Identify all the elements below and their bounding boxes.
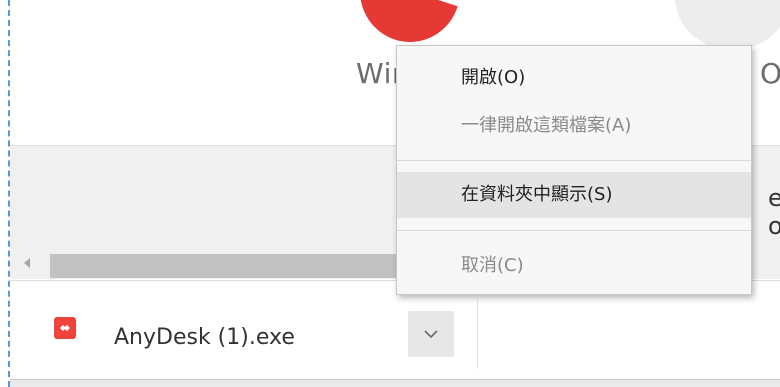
menu-item-cancel: 取消(C) <box>461 255 524 276</box>
chevron-down-icon <box>424 330 438 339</box>
menu-separator <box>397 230 751 231</box>
taskbar-edge <box>10 379 780 387</box>
menu-item-always-open: 一律開啟這類檔案(A) <box>461 115 632 136</box>
selection-border <box>8 0 10 387</box>
anydesk-icon <box>54 317 76 339</box>
red-logo-icon <box>360 0 460 42</box>
download-item[interactable]: AnyDesk (1).exe <box>50 309 458 363</box>
product-label-right: OS <box>760 57 780 90</box>
download-shelf: AnyDesk (1).exe <box>10 280 780 387</box>
grey-logo-icon <box>675 0 780 50</box>
menu-item-open[interactable]: 開啟(O) <box>397 55 751 101</box>
download-file-name[interactable]: AnyDesk (1).exe <box>114 325 295 350</box>
menu-separator <box>397 160 751 161</box>
download-context-menu: 開啟(O) 一律開啟這類檔案(A) 在資料夾中顯示(S) 取消(C) <box>396 45 752 295</box>
shelf-divider <box>477 299 478 369</box>
scroll-left-arrow-icon[interactable] <box>24 258 30 268</box>
band-text: e o <box>768 184 780 240</box>
menu-item-show-in-folder[interactable]: 在資料夾中顯示(S) <box>397 172 751 218</box>
download-options-button[interactable] <box>408 311 454 357</box>
browser-window: Win OS e o AnyDesk (1).exe <box>0 0 780 387</box>
scrollbar-thumb[interactable] <box>50 254 430 278</box>
